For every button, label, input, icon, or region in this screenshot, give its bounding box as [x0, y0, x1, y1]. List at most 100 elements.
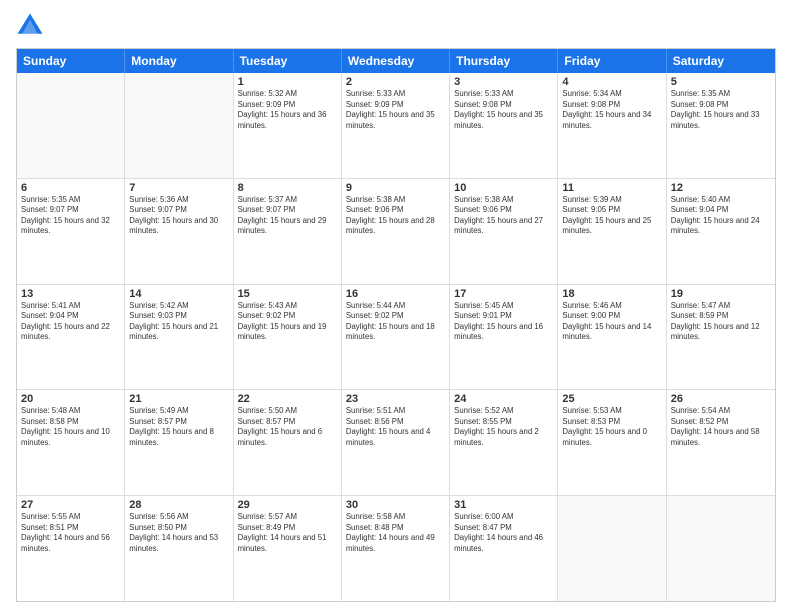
calendar-cell	[17, 73, 125, 178]
cell-info: Sunrise: 5:33 AMSunset: 9:08 PMDaylight:…	[454, 89, 553, 131]
calendar-cell: 19Sunrise: 5:47 AMSunset: 8:59 PMDayligh…	[667, 285, 775, 390]
calendar-cell: 13Sunrise: 5:41 AMSunset: 9:04 PMDayligh…	[17, 285, 125, 390]
calendar-cell: 29Sunrise: 5:57 AMSunset: 8:49 PMDayligh…	[234, 496, 342, 601]
day-number: 19	[671, 288, 771, 300]
cell-info: Sunrise: 5:42 AMSunset: 9:03 PMDaylight:…	[129, 301, 228, 343]
cell-info: Sunrise: 6:00 AMSunset: 8:47 PMDaylight:…	[454, 512, 553, 554]
day-number: 12	[671, 182, 771, 194]
cell-info: Sunrise: 5:39 AMSunset: 9:05 PMDaylight:…	[562, 195, 661, 237]
cell-info: Sunrise: 5:37 AMSunset: 9:07 PMDaylight:…	[238, 195, 337, 237]
day-number: 3	[454, 76, 553, 88]
day-number: 31	[454, 499, 553, 511]
cell-info: Sunrise: 5:58 AMSunset: 8:48 PMDaylight:…	[346, 512, 445, 554]
cell-info: Sunrise: 5:35 AMSunset: 9:08 PMDaylight:…	[671, 89, 771, 131]
day-number: 26	[671, 393, 771, 405]
weekday-header: Monday	[125, 49, 233, 73]
day-number: 29	[238, 499, 337, 511]
day-number: 7	[129, 182, 228, 194]
day-number: 9	[346, 182, 445, 194]
cell-info: Sunrise: 5:33 AMSunset: 9:09 PMDaylight:…	[346, 89, 445, 131]
cell-info: Sunrise: 5:54 AMSunset: 8:52 PMDaylight:…	[671, 406, 771, 448]
weekday-header: Tuesday	[234, 49, 342, 73]
calendar: SundayMondayTuesdayWednesdayThursdayFrid…	[16, 48, 776, 602]
calendar-cell: 20Sunrise: 5:48 AMSunset: 8:58 PMDayligh…	[17, 390, 125, 495]
day-number: 8	[238, 182, 337, 194]
calendar-cell: 17Sunrise: 5:45 AMSunset: 9:01 PMDayligh…	[450, 285, 558, 390]
calendar-row: 6Sunrise: 5:35 AMSunset: 9:07 PMDaylight…	[17, 179, 775, 285]
cell-info: Sunrise: 5:56 AMSunset: 8:50 PMDaylight:…	[129, 512, 228, 554]
cell-info: Sunrise: 5:32 AMSunset: 9:09 PMDaylight:…	[238, 89, 337, 131]
cell-info: Sunrise: 5:55 AMSunset: 8:51 PMDaylight:…	[21, 512, 120, 554]
cell-info: Sunrise: 5:45 AMSunset: 9:01 PMDaylight:…	[454, 301, 553, 343]
day-number: 1	[238, 76, 337, 88]
day-number: 16	[346, 288, 445, 300]
cell-info: Sunrise: 5:40 AMSunset: 9:04 PMDaylight:…	[671, 195, 771, 237]
calendar-cell: 10Sunrise: 5:38 AMSunset: 9:06 PMDayligh…	[450, 179, 558, 284]
calendar-cell: 5Sunrise: 5:35 AMSunset: 9:08 PMDaylight…	[667, 73, 775, 178]
weekday-header: Wednesday	[342, 49, 450, 73]
calendar-cell: 18Sunrise: 5:46 AMSunset: 9:00 PMDayligh…	[558, 285, 666, 390]
calendar-cell: 23Sunrise: 5:51 AMSunset: 8:56 PMDayligh…	[342, 390, 450, 495]
cell-info: Sunrise: 5:36 AMSunset: 9:07 PMDaylight:…	[129, 195, 228, 237]
day-number: 11	[562, 182, 661, 194]
calendar-cell: 9Sunrise: 5:38 AMSunset: 9:06 PMDaylight…	[342, 179, 450, 284]
day-number: 30	[346, 499, 445, 511]
day-number: 20	[21, 393, 120, 405]
calendar-row: 27Sunrise: 5:55 AMSunset: 8:51 PMDayligh…	[17, 496, 775, 601]
calendar-cell: 27Sunrise: 5:55 AMSunset: 8:51 PMDayligh…	[17, 496, 125, 601]
calendar-cell: 2Sunrise: 5:33 AMSunset: 9:09 PMDaylight…	[342, 73, 450, 178]
cell-info: Sunrise: 5:43 AMSunset: 9:02 PMDaylight:…	[238, 301, 337, 343]
cell-info: Sunrise: 5:34 AMSunset: 9:08 PMDaylight:…	[562, 89, 661, 131]
cell-info: Sunrise: 5:47 AMSunset: 8:59 PMDaylight:…	[671, 301, 771, 343]
day-number: 6	[21, 182, 120, 194]
cell-info: Sunrise: 5:52 AMSunset: 8:55 PMDaylight:…	[454, 406, 553, 448]
logo	[16, 12, 46, 40]
calendar-cell: 8Sunrise: 5:37 AMSunset: 9:07 PMDaylight…	[234, 179, 342, 284]
calendar-row: 1Sunrise: 5:32 AMSunset: 9:09 PMDaylight…	[17, 73, 775, 179]
day-number: 23	[346, 393, 445, 405]
calendar-cell: 28Sunrise: 5:56 AMSunset: 8:50 PMDayligh…	[125, 496, 233, 601]
header	[16, 12, 776, 40]
day-number: 2	[346, 76, 445, 88]
calendar-row: 20Sunrise: 5:48 AMSunset: 8:58 PMDayligh…	[17, 390, 775, 496]
day-number: 27	[21, 499, 120, 511]
calendar-cell: 11Sunrise: 5:39 AMSunset: 9:05 PMDayligh…	[558, 179, 666, 284]
calendar-cell	[558, 496, 666, 601]
day-number: 25	[562, 393, 661, 405]
calendar-cell: 12Sunrise: 5:40 AMSunset: 9:04 PMDayligh…	[667, 179, 775, 284]
cell-info: Sunrise: 5:41 AMSunset: 9:04 PMDaylight:…	[21, 301, 120, 343]
calendar-cell: 22Sunrise: 5:50 AMSunset: 8:57 PMDayligh…	[234, 390, 342, 495]
calendar-cell: 26Sunrise: 5:54 AMSunset: 8:52 PMDayligh…	[667, 390, 775, 495]
cell-info: Sunrise: 5:38 AMSunset: 9:06 PMDaylight:…	[454, 195, 553, 237]
weekday-header: Sunday	[17, 49, 125, 73]
calendar-cell: 30Sunrise: 5:58 AMSunset: 8:48 PMDayligh…	[342, 496, 450, 601]
cell-info: Sunrise: 5:46 AMSunset: 9:00 PMDaylight:…	[562, 301, 661, 343]
cell-info: Sunrise: 5:51 AMSunset: 8:56 PMDaylight:…	[346, 406, 445, 448]
weekday-header: Saturday	[667, 49, 775, 73]
day-number: 4	[562, 76, 661, 88]
day-number: 14	[129, 288, 228, 300]
day-number: 18	[562, 288, 661, 300]
calendar-cell	[667, 496, 775, 601]
calendar-cell: 14Sunrise: 5:42 AMSunset: 9:03 PMDayligh…	[125, 285, 233, 390]
cell-info: Sunrise: 5:53 AMSunset: 8:53 PMDaylight:…	[562, 406, 661, 448]
weekday-header: Friday	[558, 49, 666, 73]
calendar-cell: 7Sunrise: 5:36 AMSunset: 9:07 PMDaylight…	[125, 179, 233, 284]
day-number: 22	[238, 393, 337, 405]
calendar-cell: 25Sunrise: 5:53 AMSunset: 8:53 PMDayligh…	[558, 390, 666, 495]
calendar-header: SundayMondayTuesdayWednesdayThursdayFrid…	[17, 49, 775, 73]
cell-info: Sunrise: 5:50 AMSunset: 8:57 PMDaylight:…	[238, 406, 337, 448]
logo-icon	[16, 12, 44, 40]
calendar-cell: 15Sunrise: 5:43 AMSunset: 9:02 PMDayligh…	[234, 285, 342, 390]
day-number: 21	[129, 393, 228, 405]
day-number: 5	[671, 76, 771, 88]
calendar-row: 13Sunrise: 5:41 AMSunset: 9:04 PMDayligh…	[17, 285, 775, 391]
calendar-cell: 16Sunrise: 5:44 AMSunset: 9:02 PMDayligh…	[342, 285, 450, 390]
cell-info: Sunrise: 5:44 AMSunset: 9:02 PMDaylight:…	[346, 301, 445, 343]
cell-info: Sunrise: 5:57 AMSunset: 8:49 PMDaylight:…	[238, 512, 337, 554]
day-number: 15	[238, 288, 337, 300]
day-number: 24	[454, 393, 553, 405]
cell-info: Sunrise: 5:38 AMSunset: 9:06 PMDaylight:…	[346, 195, 445, 237]
calendar-body: 1Sunrise: 5:32 AMSunset: 9:09 PMDaylight…	[17, 73, 775, 601]
calendar-cell: 1Sunrise: 5:32 AMSunset: 9:09 PMDaylight…	[234, 73, 342, 178]
